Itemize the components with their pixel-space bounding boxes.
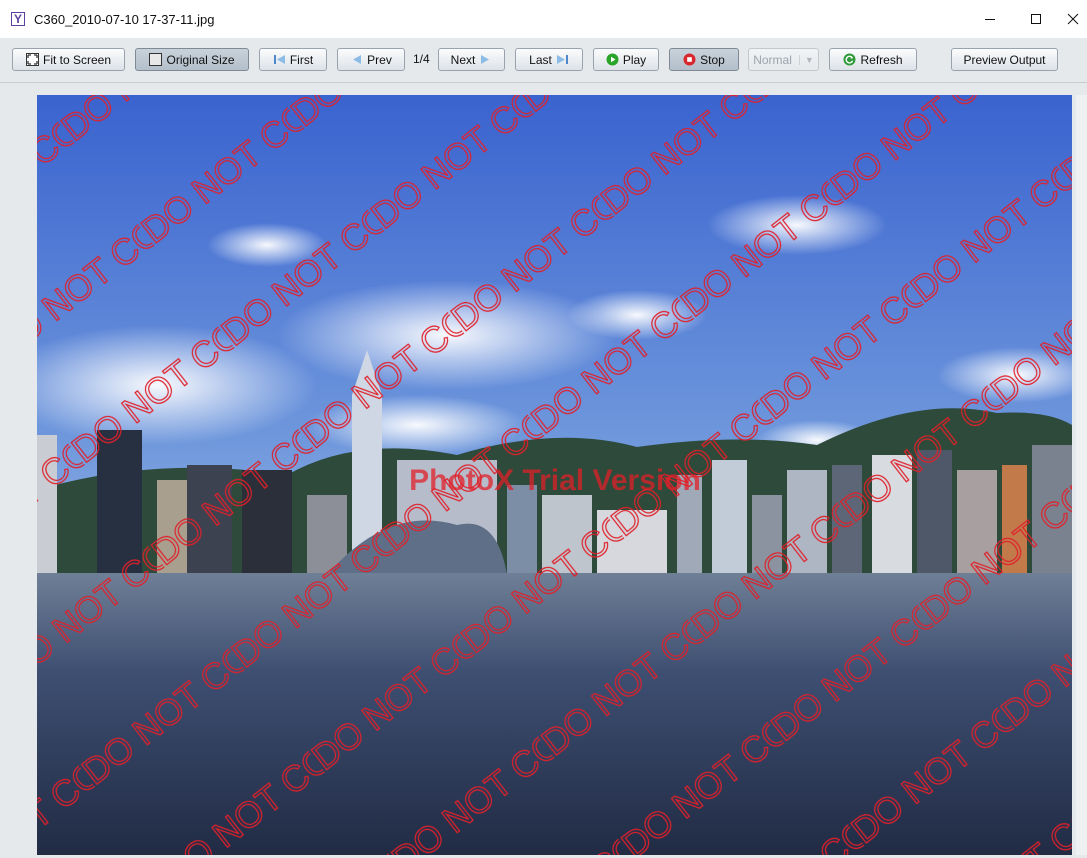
stop-label: Stop bbox=[700, 52, 725, 67]
next-icon bbox=[481, 55, 490, 64]
original-size-label: Original Size bbox=[166, 52, 235, 67]
page-indicator: 1/4 bbox=[413, 52, 430, 66]
app-icon: Y bbox=[11, 12, 25, 26]
close-button[interactable] bbox=[1058, 0, 1087, 38]
title-bar: Y C360_2010-07-10 17-37-11.jpg bbox=[0, 0, 1087, 38]
close-icon bbox=[1067, 13, 1078, 25]
minimize-button[interactable] bbox=[967, 0, 1013, 38]
next-label: Next bbox=[450, 52, 476, 67]
play-icon bbox=[606, 53, 619, 66]
fit-to-screen-button[interactable]: Fit to Screen bbox=[12, 48, 125, 71]
first-button[interactable]: First bbox=[259, 48, 327, 71]
preview-output-label: Preview Output bbox=[963, 52, 1046, 67]
preview-image: DO NOT COPY bbox=[37, 95, 1072, 855]
preview-output-button[interactable]: Preview Output bbox=[951, 48, 1058, 71]
refresh-button[interactable]: Refresh bbox=[829, 48, 917, 71]
harbour-photo: DO NOT COPY bbox=[37, 95, 1072, 855]
last-label: Last bbox=[529, 52, 552, 67]
stop-button[interactable]: Stop bbox=[669, 48, 739, 71]
last-button[interactable]: Last bbox=[515, 48, 583, 71]
fit-screen-icon bbox=[25, 53, 39, 66]
refresh-label: Refresh bbox=[860, 52, 903, 67]
original-size-icon bbox=[149, 53, 163, 66]
maximize-button[interactable] bbox=[1013, 0, 1059, 38]
speed-select-value: Normal bbox=[753, 52, 792, 67]
speed-select[interactable]: Normal ▼ bbox=[748, 48, 819, 71]
maximize-icon bbox=[1031, 14, 1041, 24]
first-icon bbox=[273, 55, 285, 64]
toolbar: Fit to Screen Original Size First Prev 1… bbox=[0, 38, 1087, 83]
window-title: C360_2010-07-10 17-37-11.jpg bbox=[34, 12, 215, 27]
next-button[interactable]: Next bbox=[438, 48, 505, 71]
first-label: First bbox=[289, 52, 314, 67]
play-label: Play bbox=[622, 52, 647, 67]
stop-icon bbox=[683, 53, 696, 66]
fit-to-screen-label: Fit to Screen bbox=[42, 52, 112, 67]
image-viewer: DO NOT COPY bbox=[0, 83, 1087, 858]
trial-banner: PhotoX Trial Version bbox=[409, 464, 701, 497]
refresh-icon bbox=[843, 53, 856, 66]
original-size-button[interactable]: Original Size bbox=[135, 48, 249, 71]
chevron-down-icon: ▼ bbox=[798, 54, 814, 65]
prev-button[interactable]: Prev bbox=[337, 48, 405, 71]
minimize-icon bbox=[985, 19, 995, 20]
last-icon bbox=[556, 55, 568, 64]
prev-label: Prev bbox=[367, 52, 392, 67]
play-button[interactable]: Play bbox=[593, 48, 659, 71]
vertical-scrollbar[interactable] bbox=[1076, 95, 1087, 855]
prev-icon bbox=[353, 55, 362, 64]
